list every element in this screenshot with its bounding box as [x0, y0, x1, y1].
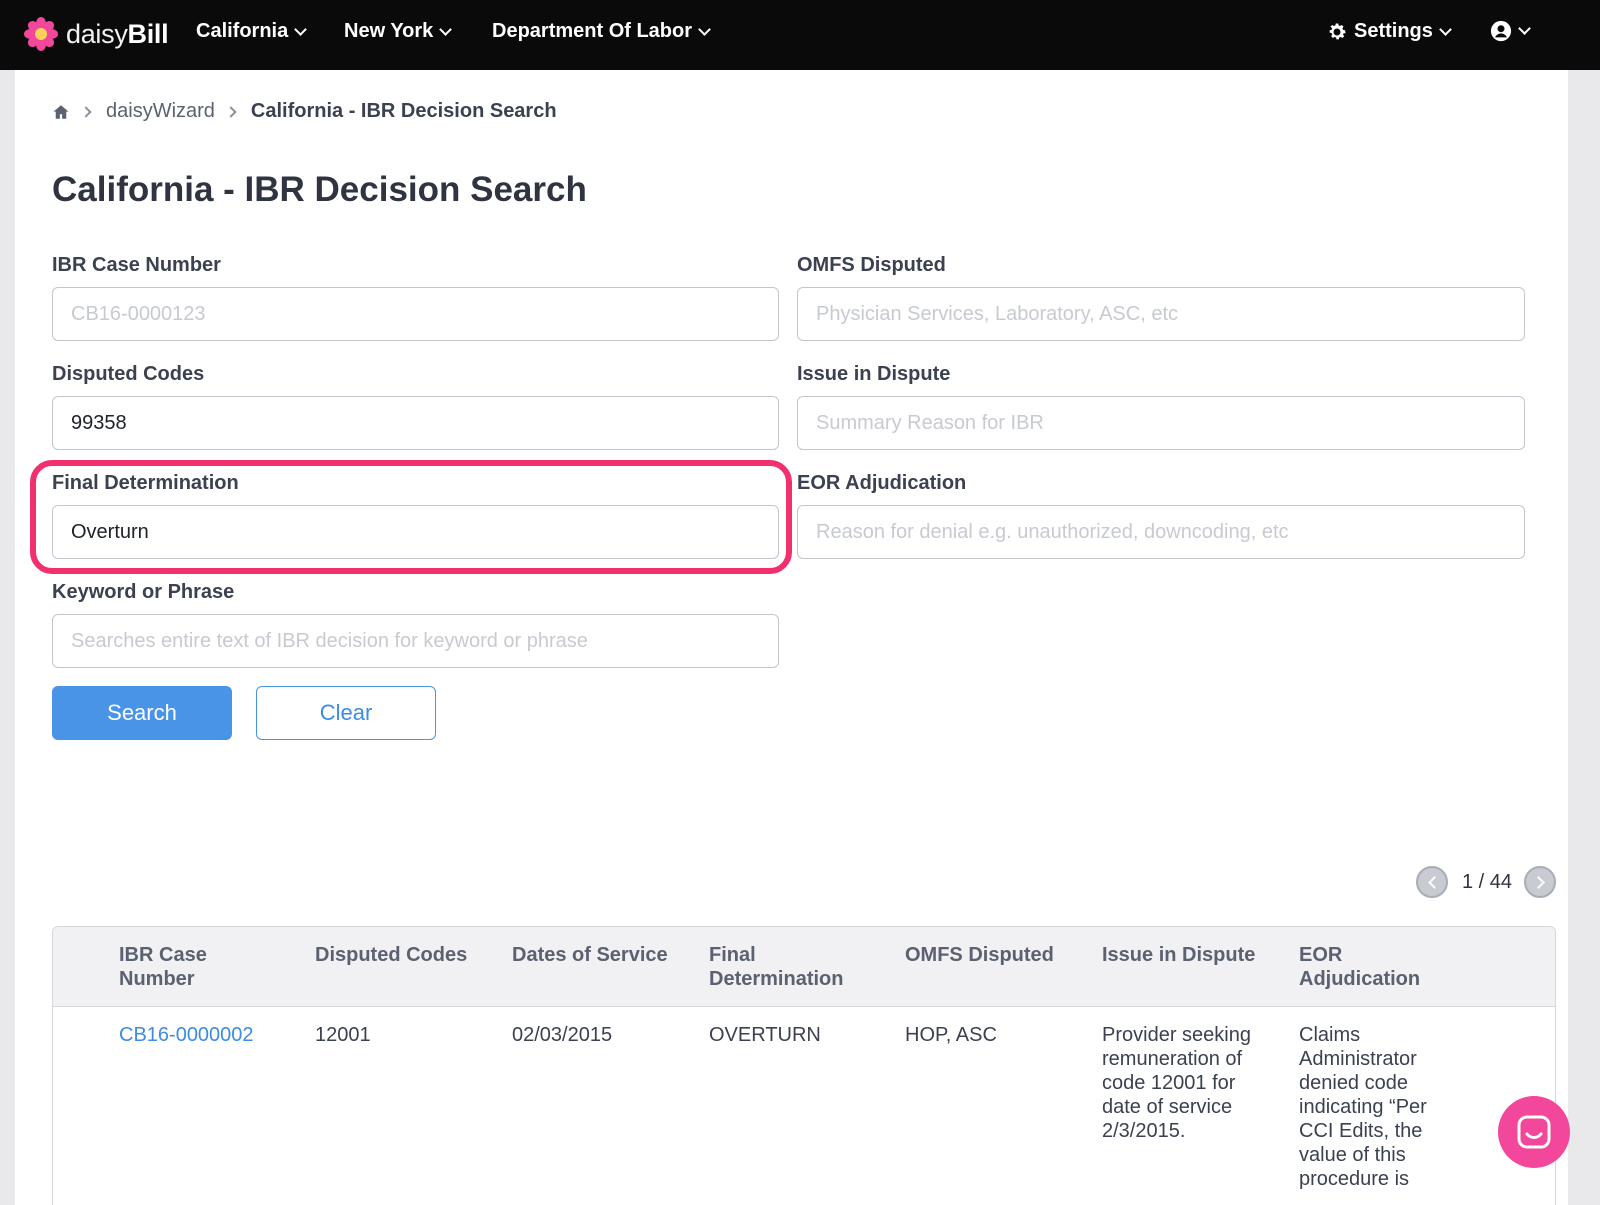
- omfs-disputed-label: OMFS Disputed: [797, 254, 946, 276]
- next-page-button[interactable]: [1524, 866, 1557, 898]
- omfs-disputed-input[interactable]: [797, 287, 1525, 341]
- page-gutter: [1568, 70, 1600, 1205]
- chevron-down-icon: [1439, 22, 1452, 36]
- ibr-case-number-label: IBR Case Number: [52, 254, 221, 276]
- final-determination-label: Final Determination: [52, 472, 239, 494]
- issue-in-dispute-label: Issue in Dispute: [797, 363, 951, 385]
- cell-eor-adjudication: Claims Administrator denied code indicat…: [1299, 1024, 1427, 1190]
- logo-text: daisyBill: [66, 18, 169, 49]
- clear-button[interactable]: Clear: [256, 686, 436, 740]
- disputed-codes-input[interactable]: [52, 396, 779, 450]
- keyword-label: Keyword or Phrase: [52, 581, 235, 603]
- chevron-down-icon: [294, 22, 308, 36]
- header-final-determination[interactable]: Final Determination: [709, 943, 843, 991]
- gear-icon: [1329, 22, 1346, 39]
- header-eor-adjudication[interactable]: EOR Adjudication: [1299, 943, 1420, 991]
- header-disputed-codes[interactable]: Disputed Codes: [315, 943, 467, 967]
- daisybill-logo[interactable]: daisyBill: [24, 17, 169, 51]
- search-button[interactable]: Search: [52, 686, 232, 740]
- table-header: IBR Case Number Disputed Codes Dates of S…: [53, 927, 1555, 1007]
- case-number-link[interactable]: CB16-0000002: [119, 1024, 254, 1046]
- results-table: IBR Case Number Disputed Codes Dates of S…: [52, 926, 1556, 1205]
- cell-omfs-disputed: HOP, ASC: [905, 1024, 997, 1046]
- keyword-input[interactable]: [52, 614, 779, 668]
- chevron-right-icon: [1531, 875, 1545, 889]
- chevron-right-icon: [225, 105, 237, 118]
- cell-issue-in-dispute: Provider seeking remuneration of code 12…: [1102, 1024, 1251, 1142]
- chevron-right-icon: [80, 105, 92, 118]
- cell-final-determination: OVERTURN: [709, 1024, 821, 1046]
- nav-new-york[interactable]: New York: [344, 20, 453, 43]
- previous-page-button[interactable]: [1416, 866, 1448, 898]
- nav-user-menu[interactable]: [1490, 20, 1531, 42]
- chat-launcher-button[interactable]: [1498, 1096, 1570, 1168]
- final-determination-input[interactable]: [52, 505, 779, 559]
- disputed-codes-label: Disputed Codes: [52, 363, 205, 385]
- nav-california[interactable]: California: [196, 20, 308, 43]
- chevron-down-icon: [698, 22, 711, 36]
- chat-icon: [1517, 1115, 1551, 1149]
- cell-dates-of-service: 02/03/2015: [512, 1024, 613, 1046]
- ibr-case-number-input[interactable]: [52, 287, 779, 341]
- header-dates-of-service[interactable]: Dates of Service: [512, 943, 668, 967]
- daisy-flower-icon: [24, 17, 58, 51]
- header-issue-in-dispute[interactable]: Issue in Dispute: [1102, 943, 1255, 967]
- chevron-down-icon: [439, 22, 453, 36]
- page-indicator: 1 / 44: [1462, 870, 1513, 893]
- page-title: California - IBR Decision Search: [52, 170, 587, 209]
- user-avatar-icon: [1490, 20, 1512, 42]
- eor-adjudication-label: EOR Adjudication: [797, 472, 967, 494]
- issue-in-dispute-input[interactable]: [797, 396, 1525, 450]
- nav-settings[interactable]: Settings: [1326, 20, 1452, 43]
- cell-case-number[interactable]: CB16-0000002: [119, 1023, 254, 1047]
- pagination: 1 / 44: [1416, 866, 1557, 898]
- breadcrumb-current: California - IBR Decision Search: [250, 100, 557, 122]
- cell-disputed-codes: 12001: [315, 1024, 371, 1046]
- home-icon[interactable]: [52, 103, 70, 121]
- chevron-left-icon: [1427, 875, 1441, 889]
- breadcrumb-daisywizard[interactable]: daisyWizard: [106, 100, 215, 123]
- header-omfs-disputed[interactable]: OMFS Disputed: [905, 943, 1054, 967]
- chevron-down-icon: [1518, 22, 1531, 35]
- breadcrumb: daisyWizard California - IBR Decision Se…: [52, 100, 557, 123]
- nav-department-of-labor[interactable]: Department Of Labor: [492, 20, 711, 43]
- eor-adjudication-input[interactable]: [797, 505, 1525, 559]
- header-ibr-case-number[interactable]: IBR Case Number: [119, 943, 207, 991]
- top-navbar: daisyBill California New York Department…: [0, 0, 1600, 70]
